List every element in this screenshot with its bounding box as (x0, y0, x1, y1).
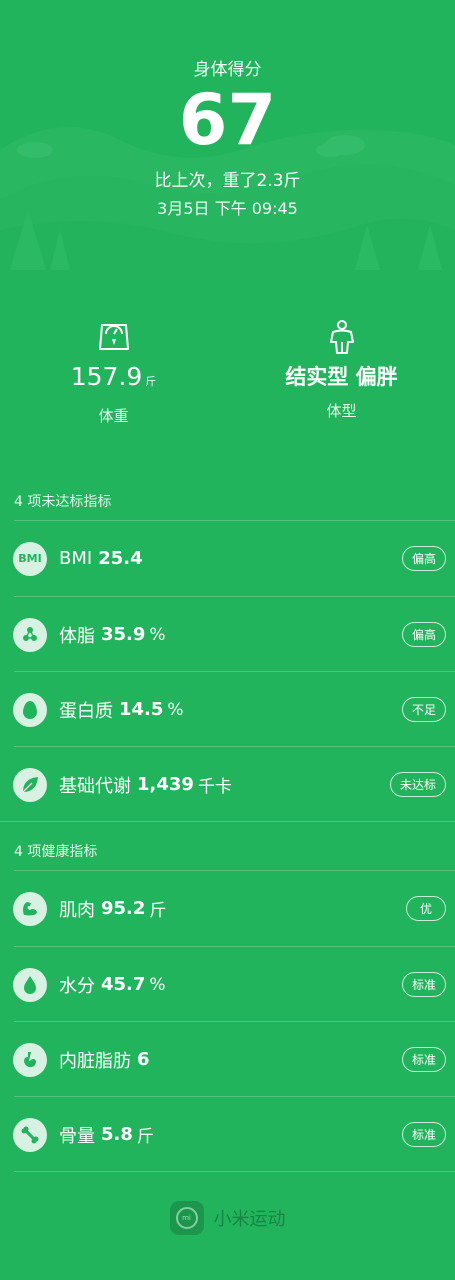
metric-row-muscle[interactable]: 肌肉 95.2 斤 优 (0, 871, 455, 946)
mi-logo-icon: mi (169, 1201, 204, 1235)
weight-change-text: 比上次，重了2.3斤 (154, 171, 301, 191)
divider (0, 821, 455, 822)
metric-unit: % (149, 974, 166, 995)
body-figure-icon (228, 318, 455, 356)
visceral-fat-icon (13, 1042, 47, 1077)
metabolism-leaf-icon (13, 767, 47, 802)
score-title: 身体得分 (193, 60, 262, 80)
metric-name: 肌肉 (59, 899, 95, 921)
body-type-label: 体型 (326, 402, 357, 420)
body-type-summary[interactable]: 结实型 偏胖 体型 (228, 318, 455, 421)
weight-value-line: 157.9 斤 (0, 360, 227, 399)
status-badge: 标准 (401, 972, 446, 997)
body-fat-icon (13, 617, 47, 652)
metric-row-protein[interactable]: 蛋白质 14.5 % 不足 (0, 672, 455, 747)
status-badge: 偏高 (401, 622, 446, 647)
metric-row-water[interactable]: 水分 45.7 % 标准 (0, 947, 455, 1022)
status-badge: 未达标 (389, 772, 446, 797)
metric-unit: 斤 (149, 901, 167, 921)
weight-value: 157.9 (70, 362, 143, 391)
metric-unit: % (149, 624, 166, 645)
status-badge: 不足 (401, 697, 446, 722)
metric-name: 内脏脂肪 (59, 1050, 131, 1072)
scale-icon (0, 318, 227, 356)
bmi-icon: BMI (13, 541, 47, 576)
metric-unit: % (167, 699, 184, 720)
metric-row-bone[interactable]: 骨量 5.8 斤 标准 (0, 1097, 455, 1172)
metric-value: 25.4 (98, 548, 143, 569)
metric-name: 水分 (59, 975, 95, 997)
metric-row-visceral-fat[interactable]: 内脏脂肪 6 标准 (0, 1022, 455, 1097)
metric-value: 45.7 (101, 974, 146, 995)
weight-summary[interactable]: 157.9 斤 体重 (0, 318, 227, 426)
divider (14, 1171, 455, 1172)
metric-unit: 千卡 (197, 777, 232, 797)
metric-unit: 斤 (136, 1127, 154, 1147)
body-score: 67 (178, 79, 277, 161)
metric-name: BMI (59, 548, 93, 569)
metric-name: 体脂 (59, 625, 95, 647)
app-name: 小米运动 (213, 1209, 286, 1230)
metric-name: 蛋白质 (59, 700, 113, 722)
muscle-icon (13, 891, 47, 926)
app-footer: mi 小米运动 (0, 1201, 455, 1235)
healthy-section-title: 4 项健康指标 (14, 844, 98, 860)
metric-value: 6 (137, 1049, 150, 1070)
protein-egg-icon (13, 692, 47, 727)
metric-value: 35.9 (101, 624, 146, 645)
metric-value: 14.5 (119, 699, 164, 720)
status-badge: 标准 (401, 1122, 446, 1147)
bone-icon (13, 1117, 47, 1152)
metric-value: 95.2 (101, 898, 146, 919)
weight-label: 体重 (98, 407, 129, 425)
metric-name: 基础代谢 (59, 775, 131, 797)
metric-row-body-fat[interactable]: 体脂 35.9 % 偏高 (0, 597, 455, 672)
measure-time: 3月5日 下午 09:45 (157, 199, 298, 218)
weight-unit: 斤 (145, 375, 157, 388)
status-badge: 优 (406, 896, 446, 921)
metric-name: 骨量 (59, 1125, 95, 1147)
hero-banner: 身体得分 67 比上次，重了2.3斤 3月5日 下午 09:45 (0, 0, 455, 280)
water-drop-icon (13, 967, 47, 1002)
status-badge: 标准 (401, 1047, 446, 1072)
body-type-value: 结实型 偏胖 (285, 365, 398, 389)
metric-row-metabolism[interactable]: 基础代谢 1,439 千卡 未达标 (0, 747, 455, 822)
metric-row-bmi[interactable]: BMI BMI 25.4 偏高 (0, 521, 455, 596)
unqualified-section-title: 4 项未达标指标 (14, 494, 112, 510)
status-badge: 偏高 (401, 546, 446, 571)
metric-value: 5.8 (101, 1124, 133, 1145)
metric-value: 1,439 (137, 774, 194, 795)
